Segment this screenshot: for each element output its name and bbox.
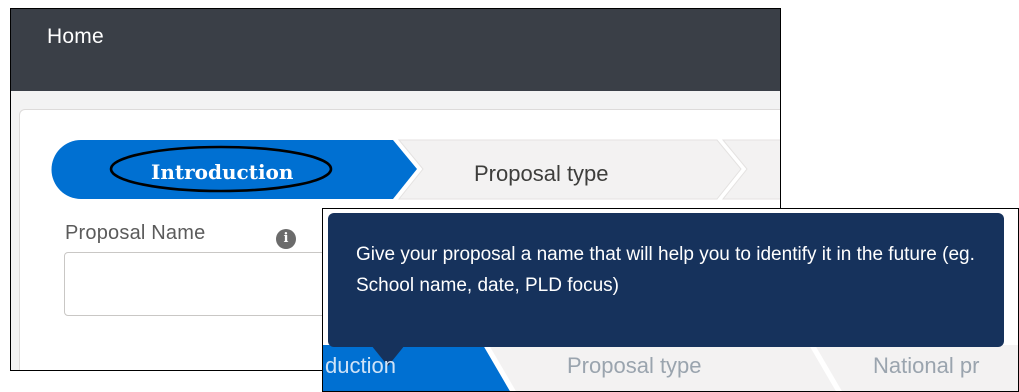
- info-icon[interactable]: i: [276, 229, 296, 249]
- path-step-proposal-type-label: Proposal type: [474, 161, 609, 186]
- zoom-ghost-introduction: duction: [325, 353, 396, 378]
- path-step-introduction-label: Introduction: [151, 160, 294, 184]
- tooltip-text: Give your proposal a name that will help…: [356, 244, 975, 296]
- zoom-ghost-proposal-type: Proposal type: [567, 353, 702, 378]
- info-tooltip: Give your proposal a name that will help…: [328, 213, 1004, 347]
- zoom-ghost-next-step: National pr: [873, 353, 980, 378]
- tooltip-zoom-overlay: duction Proposal type National pr Give y…: [322, 208, 1019, 392]
- screenshot-stage: Home Introduction Proposal type Proposal…: [0, 0, 1019, 392]
- proposal-name-label: Proposal Name: [65, 222, 206, 244]
